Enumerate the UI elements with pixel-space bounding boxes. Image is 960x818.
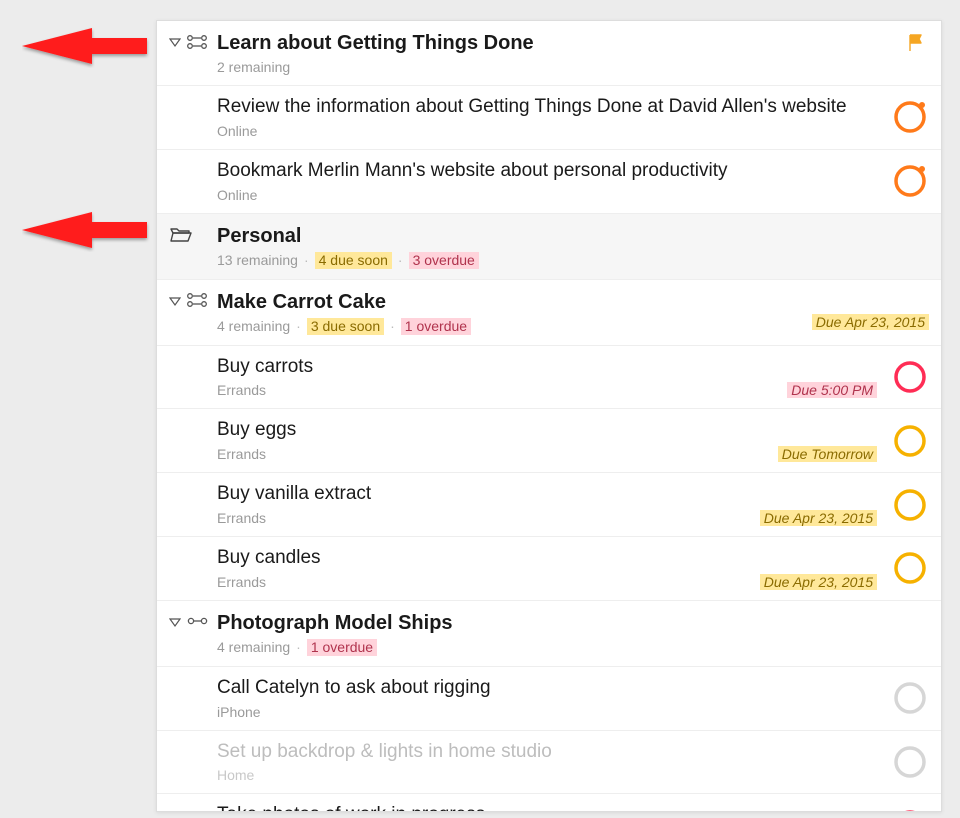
remaining-count: 4 remaining xyxy=(217,318,290,334)
annotation-arrow-icon xyxy=(22,16,152,76)
due-soon-badge: 4 due soon xyxy=(315,252,392,269)
task-context: Errands xyxy=(217,574,266,590)
status-circle-icon[interactable] xyxy=(893,100,927,134)
task-context: Errands xyxy=(217,446,266,462)
folder-open-icon xyxy=(169,225,193,248)
task-row[interactable]: Buy carrots Errands Due 5:00 PM xyxy=(157,346,941,410)
task-row[interactable]: Call Catelyn to ask about rigging iPhone xyxy=(157,667,941,731)
task-context: Errands xyxy=(217,382,266,398)
remaining-count: 2 remaining xyxy=(217,59,290,75)
flag-icon[interactable] xyxy=(907,33,927,53)
status-circle-icon[interactable] xyxy=(893,488,927,522)
separator-dot: · xyxy=(296,318,301,334)
task-due-date: Due Apr 23, 2015 xyxy=(760,574,877,590)
separator-dot: · xyxy=(390,318,395,334)
task-context: iPhone xyxy=(217,704,261,720)
project-row[interactable]: Photograph Model Ships 4 remaining · 1 o… xyxy=(157,601,941,667)
task-title: Bookmark Merlin Mann's website about per… xyxy=(217,160,877,183)
sequential-project-icon xyxy=(187,614,209,633)
status-circle-icon[interactable] xyxy=(893,424,927,458)
overdue-badge: 3 overdue xyxy=(409,252,479,269)
remaining-count: 4 remaining xyxy=(217,639,290,655)
parallel-project-icon xyxy=(187,35,209,54)
task-context: Home xyxy=(217,767,254,783)
task-row[interactable]: Buy candles Errands Due Apr 23, 2015 xyxy=(157,537,941,601)
status-circle-icon[interactable] xyxy=(893,681,927,715)
annotation-arrow-icon xyxy=(22,200,152,260)
disclosure-triangle-icon[interactable] xyxy=(169,615,181,633)
task-context: Errands xyxy=(217,510,266,526)
task-context: Online xyxy=(217,187,257,203)
task-row[interactable]: Set up backdrop & lights in home studio … xyxy=(157,731,941,795)
parallel-project-icon xyxy=(187,293,209,312)
due-soon-badge: 3 due soon xyxy=(307,318,384,335)
task-row[interactable]: Review the information about Getting Thi… xyxy=(157,86,941,150)
overdue-badge: 1 overdue xyxy=(401,318,471,335)
project-title: Learn about Getting Things Done xyxy=(217,31,877,55)
status-circle-icon[interactable] xyxy=(893,551,927,585)
task-title: Buy carrots xyxy=(217,356,877,379)
folder-title: Personal xyxy=(217,224,877,248)
task-title: Set up backdrop & lights in home studio xyxy=(217,741,877,764)
disclosure-triangle-icon[interactable] xyxy=(169,294,181,312)
task-title: Call Catelyn to ask about rigging xyxy=(217,677,877,700)
project-title: Photograph Model Ships xyxy=(217,611,877,635)
status-circle-icon[interactable] xyxy=(893,164,927,198)
task-row[interactable]: Buy vanilla extract Errands Due Apr 23, … xyxy=(157,473,941,537)
remaining-count: 13 remaining xyxy=(217,252,298,268)
task-title: Buy eggs xyxy=(217,419,877,442)
project-row[interactable]: Make Carrot Cake 4 remaining · 3 due soo… xyxy=(157,280,941,346)
task-row[interactable]: Take photos of work in progress Home Due… xyxy=(157,794,941,812)
folder-row[interactable]: Personal 13 remaining · 4 due soon · 3 o… xyxy=(157,214,941,280)
task-title: Take photos of work in progress xyxy=(217,804,877,812)
status-circle-icon[interactable] xyxy=(893,809,927,812)
overdue-badge: 1 overdue xyxy=(307,639,377,656)
task-row[interactable]: Bookmark Merlin Mann's website about per… xyxy=(157,150,941,214)
project-due-date: Due Apr 23, 2015 xyxy=(812,314,929,330)
separator-dot: · xyxy=(398,252,403,268)
task-row[interactable]: Buy eggs Errands Due Tomorrow xyxy=(157,409,941,473)
task-title: Buy vanilla extract xyxy=(217,483,877,506)
separator-dot: · xyxy=(296,639,301,655)
project-row[interactable]: Learn about Getting Things Done 2 remain… xyxy=(157,21,941,86)
separator-dot: · xyxy=(304,252,309,268)
disclosure-triangle-icon[interactable] xyxy=(169,35,181,53)
task-title: Buy candles xyxy=(217,547,877,570)
task-context: Online xyxy=(217,123,257,139)
task-due-date: Due 5:00 PM xyxy=(787,382,877,398)
task-title: Review the information about Getting Thi… xyxy=(217,96,877,119)
status-circle-icon[interactable] xyxy=(893,360,927,394)
status-circle-icon[interactable] xyxy=(893,745,927,779)
task-due-date: Due Tomorrow xyxy=(778,446,877,462)
project-title: Make Carrot Cake xyxy=(217,290,877,314)
task-due-date: Due Apr 23, 2015 xyxy=(760,510,877,526)
outline-panel: Learn about Getting Things Done 2 remain… xyxy=(156,20,942,812)
